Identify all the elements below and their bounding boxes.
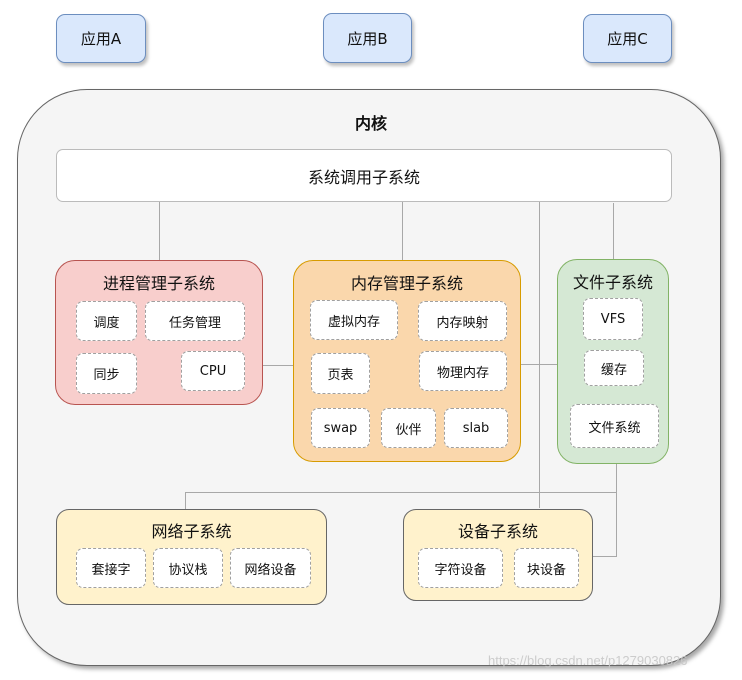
connector-syscall-device [539,200,540,508]
connector-horizontal-bus [185,492,616,493]
device-item-char: 字符设备 [418,548,503,588]
file-item-filesystem: 文件系统 [570,404,659,448]
memory-item-mapping: 内存映射 [418,301,507,341]
process-subsystem: 进程管理子系统 调度 任务管理 同步 CPU [55,260,263,405]
connector-bus-network [185,492,186,509]
device-subsystem: 设备子系统 字符设备 块设备 [403,509,593,601]
memory-title: 内存管理子系统 [350,274,463,293]
memory-item-pagetable: 页表 [311,353,370,394]
app-b-node: 应用B [323,13,412,63]
network-title: 网络子系统 [151,522,232,541]
file-item-vfs: VFS [583,298,643,340]
connector-device-stub [593,556,617,557]
process-item-sync: 同步 [76,353,137,394]
watermark-text: https://blog.csdn.net/p1279030826 [488,653,688,668]
connector-memory-file [521,364,557,365]
process-title: 进程管理子系统 [102,274,215,293]
connector-syscall-process [159,202,160,260]
device-title: 设备子系统 [457,522,538,541]
memory-item-virtual: 虚拟内存 [310,300,398,340]
device-item-block: 块设备 [514,548,579,588]
file-item-cache: 缓存 [584,350,644,386]
file-title: 文件子系统 [572,273,653,292]
network-item-socket: 套接字 [76,548,146,588]
process-item-task: 任务管理 [145,301,245,341]
memory-item-slab: slab [444,408,508,448]
process-item-cpu: CPU [181,351,245,391]
network-subsystem: 网络子系统 套接字 协议栈 网络设备 [56,509,327,605]
connector-syscall-file [613,203,614,259]
connector-process-memory [263,365,293,366]
process-item-schedule: 调度 [76,301,137,341]
file-subsystem: 文件子系统 VFS 缓存 文件系统 [557,259,669,464]
kernel-title: 内核 [354,114,387,133]
app-c-node: 应用C [583,14,672,63]
app-a-node: 应用A [56,14,146,63]
memory-item-buddy: 伙伴 [381,408,436,448]
syscall-label: 系统调用子系统 [307,167,420,187]
connector-file-device [616,464,617,556]
memory-subsystem: 内存管理子系统 虚拟内存 内存映射 页表 物理内存 swap 伙伴 slab [293,260,521,462]
syscall-subsystem: 系统调用子系统 [56,149,672,202]
connector-syscall-memory [402,202,403,260]
app-b-label: 应用B [347,29,388,48]
memory-item-physical: 物理内存 [419,351,507,391]
memory-item-swap: swap [311,408,370,448]
network-item-netdevice: 网络设备 [230,548,311,588]
app-c-label: 应用C [607,30,648,48]
network-item-protocol: 协议栈 [153,548,223,588]
app-a-label: 应用A [80,30,122,48]
